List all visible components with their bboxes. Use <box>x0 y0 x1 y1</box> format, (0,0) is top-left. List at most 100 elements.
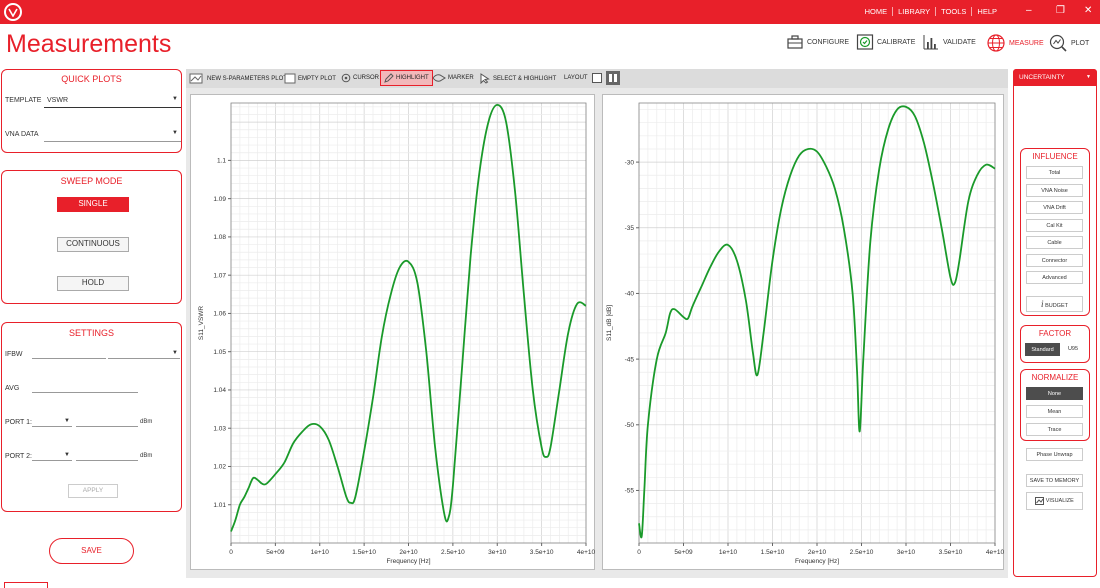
x-tick-label: 1.5e+10 <box>761 549 785 556</box>
crosshair-icon <box>341 73 351 83</box>
configure-button[interactable]: CONFIGURE <box>786 33 849 51</box>
nav-help[interactable]: HELP <box>972 7 1002 16</box>
y-tick-label: 1.02 <box>213 464 226 471</box>
select-highlight-button[interactable]: SELECT & HIGHLIGHT <box>479 73 556 84</box>
x-tick-label: 3e+10 <box>897 549 916 556</box>
validate-button[interactable]: VALIDATE <box>922 33 976 51</box>
x-tick-label: 3.5e+10 <box>939 549 963 556</box>
influence-advanced-button[interactable]: Advanced <box>1026 271 1083 284</box>
apply-button[interactable]: APPLY <box>68 484 118 498</box>
chevron-down-icon: ▼ <box>1086 74 1091 80</box>
db-chart[interactable]: 0 5e+09 1e+10 1.5e+10 2e+10 2.5e+10 3e+10 3.5e+… <box>603 95 1005 571</box>
calibrate-check-icon <box>856 34 874 50</box>
x-axis-label: Frequency [Hz] <box>795 558 839 565</box>
y-tick-label: 1.09 <box>213 196 226 203</box>
normalize-none-button[interactable]: None <box>1026 387 1083 400</box>
validate-label: VALIDATE <box>943 38 976 46</box>
x-tick-label: 1e+10 <box>719 549 738 556</box>
x-tick-label: 2e+10 <box>808 549 827 556</box>
chevron-down-icon: ▼ <box>172 96 178 102</box>
budget-label: BUDGET <box>1045 303 1068 309</box>
budget-button[interactable]: i BUDGET <box>1026 296 1083 312</box>
x-tick-label: 3e+10 <box>488 549 507 556</box>
continuous-button[interactable]: CONTINUOUS <box>57 237 129 252</box>
y-axis-label: S11_VSWR <box>198 306 205 341</box>
nav-tools[interactable]: TOOLS <box>936 7 973 16</box>
empty-plot-button[interactable]: EMPTY PLOT <box>284 73 336 84</box>
toolbox-icon <box>787 35 803 49</box>
influence-total-button[interactable]: Total <box>1026 166 1083 179</box>
layout-label: LAYOUT <box>564 75 588 81</box>
cursor-button[interactable]: CURSOR <box>341 73 379 83</box>
port2-power-field[interactable] <box>76 451 138 461</box>
x-tick-label: 0 <box>637 549 641 556</box>
normalize-mean-button[interactable]: Mean <box>1026 405 1083 418</box>
minimize-icon[interactable]: – <box>1026 5 1032 17</box>
layout-split-icon[interactable] <box>606 71 620 85</box>
layout-single-icon[interactable] <box>592 73 602 83</box>
template-label: TEMPLATE <box>5 97 42 104</box>
factor-standard-button[interactable]: Standard <box>1025 343 1060 356</box>
pointer-arrow-icon <box>480 73 490 84</box>
chart-toolbar: NEW S-PARAMETERS PLOT EMPTY PLOT CURSOR … <box>186 69 1008 88</box>
nav-library[interactable]: LIBRARY <box>893 7 937 16</box>
y-tick-label: 1.06 <box>213 311 226 318</box>
x-tick-label: 3.5e+10 <box>530 549 554 556</box>
port1-unit: dBm <box>140 419 153 425</box>
x-tick-label: 5e+09 <box>674 549 693 556</box>
top-nav: HOME LIBRARY TOOLS HELP <box>860 7 1002 16</box>
avg-field[interactable] <box>32 383 138 393</box>
influence-cable-button[interactable]: Cable <box>1026 236 1083 249</box>
ifbw-value-field[interactable] <box>32 349 106 359</box>
normalize-trace-button[interactable]: Trace <box>1026 423 1083 436</box>
factor-u95-button[interactable]: U95 <box>1061 343 1085 356</box>
visualize-button[interactable]: VISUALIZE <box>1026 492 1083 510</box>
new-sparam-plot-button[interactable]: NEW S-PARAMETERS PLOT <box>189 73 287 84</box>
plot-button[interactable]: PLOT <box>1048 33 1089 53</box>
marker-button[interactable]: MARKER <box>432 73 474 83</box>
y-tick-label: -30 <box>625 159 635 166</box>
vna-data-select[interactable]: ▼ <box>44 126 181 142</box>
settings-panel: SETTINGS IFBW ▼ AVG PORT 1: ▼ dBm PORT 2… <box>1 322 182 512</box>
nav-home[interactable]: HOME <box>860 7 894 16</box>
port1-label: PORT 1: <box>5 419 32 426</box>
y-tick-label: 1.05 <box>213 349 226 356</box>
influence-vna-noise-button[interactable]: VNA Noise <box>1026 183 1083 197</box>
y-tick-label: 1.01 <box>213 502 226 509</box>
measure-label: MEASURE <box>1009 39 1044 47</box>
save-to-memory-button[interactable]: SAVE TO MEMORY <box>1026 474 1083 487</box>
single-button[interactable]: SINGLE <box>57 197 129 212</box>
empty-plot-icon <box>284 73 296 84</box>
template-select[interactable]: VSWR ▼ <box>44 92 181 108</box>
pencil-icon <box>384 73 394 83</box>
x-axis-label: Frequency [Hz] <box>386 558 430 565</box>
x-tick-label: 1.5e+10 <box>352 549 376 556</box>
influence-cal-kit-button[interactable]: Cal Kit <box>1026 218 1083 232</box>
ifbw-unit-select[interactable]: ▼ <box>108 349 180 359</box>
factor-title: FACTOR <box>1038 329 1072 338</box>
close-icon[interactable]: ✕ <box>1084 5 1092 17</box>
port2-select[interactable]: ▼ <box>32 451 72 461</box>
bottom-toggle[interactable] <box>4 582 48 588</box>
sweep-mode-title: SWEEP MODE <box>60 176 123 186</box>
measure-button[interactable]: MEASURE <box>986 33 1044 53</box>
cursor-label: CURSOR <box>353 75 380 81</box>
restore-icon[interactable]: ❐ <box>1056 5 1065 17</box>
hold-button[interactable]: HOLD <box>57 276 129 291</box>
port1-select[interactable]: ▼ <box>32 417 72 427</box>
port1-power-field[interactable] <box>76 417 138 427</box>
influence-connector-button[interactable]: Connector <box>1026 253 1083 267</box>
uncertainty-dropdown[interactable]: UNCERTAINTY ▼ <box>1013 69 1097 86</box>
x-tick-label: 2.5e+10 <box>441 549 465 556</box>
influence-vna-drift-button[interactable]: VNA Drift <box>1026 201 1083 214</box>
select-highlight-label: SELECT & HIGHLIGHT <box>493 75 557 82</box>
highlight-button[interactable]: HIGHLIGHT <box>380 70 433 86</box>
phase-unwrap-button[interactable]: Phase Unwrap <box>1026 448 1083 461</box>
calibrate-button[interactable]: CALIBRATE <box>856 33 915 51</box>
new-plot-icon <box>189 73 203 84</box>
save-button[interactable]: SAVE <box>49 538 134 564</box>
marker-label: MARKER <box>448 75 474 81</box>
x-tick-label: 2.5e+10 <box>850 549 874 556</box>
vswr-chart[interactable]: 0 5e+09 1e+10 1.5e+10 2e+10 2.5e+10 3e+10 3.5e+… <box>191 95 596 571</box>
x-tick-label: 5e+09 <box>266 549 285 556</box>
